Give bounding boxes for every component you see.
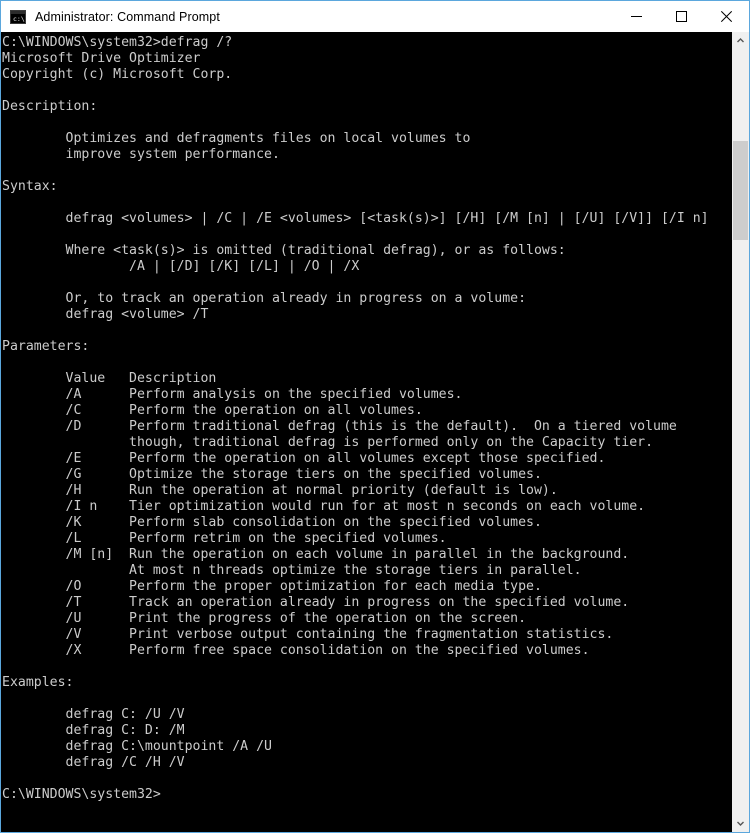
window-titlebar[interactable]: c:\ Administrator: Command Prompt: [1, 0, 749, 32]
console-line: Description:: [2, 99, 98, 114]
console-line: Parameters:: [2, 339, 90, 354]
console-line: Where <task(s)> is omitted (traditional …: [2, 243, 566, 258]
console-line: /M [n] Run the operation on each volume …: [2, 547, 630, 562]
console-line: /E Perform the operation on all volumes …: [2, 451, 606, 466]
console-area[interactable]: C:\WINDOWS\system32>defrag /? Microsoft D…: [1, 32, 749, 832]
console-line: /V Print verbose output containing the f…: [2, 627, 614, 642]
maximize-icon: [676, 11, 687, 22]
console-line: /O Perform the proper optimization for e…: [2, 579, 542, 594]
scrollbar-up-button[interactable]: [732, 32, 749, 49]
maximize-button[interactable]: [659, 1, 704, 32]
console-line: Or, to track an operation already in pro…: [2, 291, 527, 306]
console-line: defrag C:\mountpoint /A /U: [2, 739, 272, 754]
console-line: improve system performance.: [2, 147, 280, 162]
console-icon: c:\: [10, 9, 26, 25]
console-line: /U Print the progress of the operation o…: [2, 611, 527, 626]
close-icon: [721, 11, 732, 22]
command-prompt-window: c:\ Administrator: Command Prompt C:\WIN…: [0, 0, 750, 833]
console-line: Value Description: [2, 371, 217, 386]
console-line: defrag /C /H /V: [2, 755, 185, 770]
console-line: C:\WINDOWS\system32>: [2, 787, 161, 802]
console-line: /H Run the operation at normal priority …: [2, 483, 558, 498]
console-line: Optimizes and defragments files on local…: [2, 131, 471, 146]
console-line: Microsoft Drive Optimizer: [2, 51, 201, 66]
svg-text:c:\: c:\: [13, 15, 25, 23]
console-line: /T Track an operation already in progres…: [2, 595, 630, 610]
console-line: /D Perform traditional defrag (this is t…: [2, 419, 677, 434]
chevron-down-icon: [737, 821, 744, 826]
console-line: though, traditional defrag is performed …: [2, 435, 654, 450]
scrollbar-thumb[interactable]: [733, 140, 748, 241]
console-line: defrag <volumes> | /C | /E <volumes> [<t…: [2, 211, 709, 226]
console-line: At most n threads optimize the storage t…: [2, 563, 582, 578]
console-line: /K Perform slab consolidation on the spe…: [2, 515, 542, 530]
console-line: /A | [/D] [/K] [/L] | /O | /X: [2, 259, 360, 274]
minimize-icon: [631, 16, 642, 17]
console-line: defrag C: /U /V: [2, 707, 185, 722]
chevron-up-icon: [737, 38, 744, 43]
console-line: /G Optimize the storage tiers on the spe…: [2, 467, 542, 482]
console-line: Copyright (c) Microsoft Corp.: [2, 67, 233, 82]
console-line: /X Perform free space consolidation on t…: [2, 643, 590, 658]
console-line: /A Perform analysis on the specified vol…: [2, 387, 463, 402]
console-line: /C Perform the operation on all volumes.: [2, 403, 423, 418]
minimize-button[interactable]: [614, 1, 659, 32]
vertical-scrollbar[interactable]: [731, 32, 749, 832]
window-controls: [614, 1, 749, 32]
window-title: Administrator: Command Prompt: [35, 9, 220, 24]
scrollbar-down-button[interactable]: [732, 815, 749, 832]
console-output[interactable]: C:\WINDOWS\system32>defrag /? Microsoft D…: [1, 32, 731, 832]
console-line: Examples:: [2, 675, 74, 690]
console-line: C:\WINDOWS\system32>defrag /?: [2, 35, 233, 50]
close-button[interactable]: [704, 1, 749, 32]
console-line: /L Perform retrim on the specified volum…: [2, 531, 447, 546]
console-line: /I n Tier optimization would run for at …: [2, 499, 646, 514]
console-line: defrag <volume> /T: [2, 307, 209, 322]
console-line: Syntax:: [2, 179, 58, 194]
console-line: defrag C: D: /M: [2, 723, 185, 738]
